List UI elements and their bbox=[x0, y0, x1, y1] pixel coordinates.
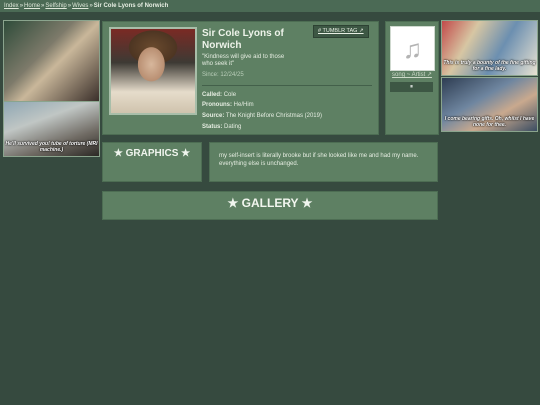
right-bottom-gif-caption: I come bearing gifts. Oh, whilst I have … bbox=[444, 116, 535, 128]
profile-photo bbox=[109, 27, 197, 115]
star-icon: ★ bbox=[181, 148, 191, 159]
graphics-heading: ★ GRAPHICS ★ bbox=[103, 148, 201, 159]
info-label: Source: bbox=[202, 113, 225, 119]
breadcrumb-home-link[interactable]: Home bbox=[24, 3, 40, 9]
info-row-source: Source: The Knight Before Christmas (201… bbox=[202, 112, 322, 120]
profile-since: Since: 12/24/25 bbox=[202, 72, 244, 78]
info-value: He/Him bbox=[233, 102, 254, 108]
song-link[interactable]: song ~ Artist ↗ bbox=[386, 71, 438, 78]
profile-panel: Sir Cole Lyons of Norwich # TUMBLR TAG ↗… bbox=[102, 21, 379, 135]
right-bottom-gif: I come bearing gifts. Oh, whilst I have … bbox=[441, 77, 538, 132]
music-note-icon: ♫ bbox=[390, 26, 435, 71]
breadcrumb-selfship-link[interactable]: Selfship bbox=[45, 3, 66, 9]
star-icon: ★ bbox=[301, 196, 313, 210]
profile-quote: "Kindness will give aid to those who see… bbox=[202, 54, 285, 67]
breadcrumb-index-link[interactable]: Index bbox=[4, 3, 19, 9]
profile-divider bbox=[202, 85, 372, 86]
left-bottom-gif-caption: He'll survived you! tube of torture (MRI… bbox=[5, 141, 98, 153]
info-label: Status: bbox=[202, 124, 223, 130]
left-bottom-gif: He'll survived you! tube of torture (MRI… bbox=[3, 101, 100, 157]
graphics-title: GRAPHICS bbox=[125, 148, 179, 159]
info-label: Called: bbox=[202, 92, 223, 98]
note-text: my self-insert is literally brooke but i… bbox=[219, 153, 419, 167]
left-top-gif bbox=[3, 20, 100, 102]
info-row-called: Called: Cole bbox=[202, 91, 236, 99]
gallery-title: GALLERY bbox=[241, 196, 299, 210]
info-row-status: Status: Dating bbox=[202, 123, 241, 131]
info-value: The Knight Before Christmas (2019) bbox=[225, 113, 322, 119]
star-icon: ★ bbox=[227, 196, 239, 210]
pause-button[interactable]: ⏸ bbox=[390, 82, 433, 92]
tumblr-tag-button[interactable]: # TUMBLR TAG ↗ bbox=[313, 25, 369, 38]
profile-name: Sir Cole Lyons of Norwich bbox=[202, 28, 284, 51]
info-value: Cole bbox=[223, 92, 237, 98]
info-value: Dating bbox=[224, 124, 242, 130]
right-top-gif-caption: This is truly a bounty of the fine gifti… bbox=[443, 60, 536, 72]
music-widget: ♫ song ~ Artist ↗ ⏸ bbox=[385, 21, 439, 135]
right-top-gif: This is truly a bounty of the fine gifti… bbox=[441, 20, 538, 76]
breadcrumb-wives-link[interactable]: Wives bbox=[72, 3, 88, 9]
gallery-heading: ★ GALLERY ★ bbox=[103, 196, 437, 210]
note-panel: my self-insert is literally brooke but i… bbox=[209, 142, 438, 182]
breadcrumb: Index»Home»Selfship»Wives»Sir Cole Lyons… bbox=[4, 2, 168, 10]
info-row-pronouns: Pronouns: He/Him bbox=[202, 101, 254, 109]
graphics-panel[interactable]: ★ GRAPHICS ★ bbox=[102, 142, 202, 182]
breadcrumb-current: Sir Cole Lyons of Norwich bbox=[93, 3, 169, 9]
info-label: Pronouns: bbox=[202, 102, 232, 108]
star-icon: ★ bbox=[113, 148, 123, 159]
gallery-panel[interactable]: ★ GALLERY ★ bbox=[102, 191, 438, 220]
